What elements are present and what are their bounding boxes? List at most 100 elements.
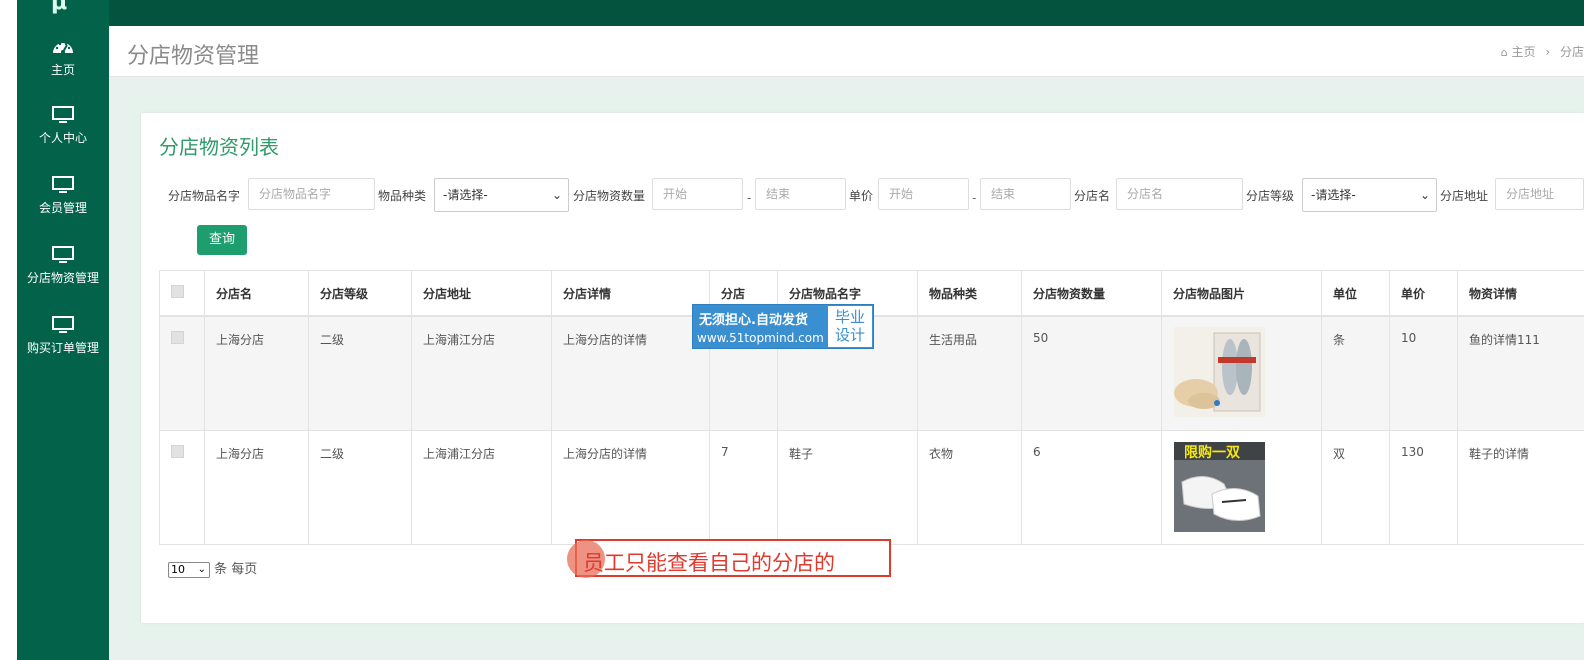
cell-store-level: 二级 [308,430,412,545]
cell-quantity: 6 [1021,430,1162,545]
left-edge-strip [0,0,17,660]
sidebar-item-branch-supplies[interactable]: 分店物资管理 [17,245,109,286]
column-header[interactable]: 物品种类 [917,270,1022,317]
column-header[interactable]: 分店详情 [551,270,710,317]
store-level-select-value: -请选择- [1311,188,1356,202]
per-page-label: 条 每页 [214,562,258,577]
sidebar-item-purchase-orders[interactable]: 购买订单管理 [17,315,109,356]
watermark-banner: 无须担心.自动发货 www.51topmind.com 毕业 设计 [692,304,874,349]
dashboard-icon [53,42,73,54]
sidebar-item-member-management[interactable]: 会员管理 [17,175,109,216]
quantity-start-input[interactable]: 开始 [652,178,743,210]
column-header[interactable]: 单价 [1389,270,1458,317]
range-dash: - [972,191,977,205]
breadcrumb: ⌂ 主页 › 分店 [1501,43,1584,60]
select-all-checkbox[interactable] [171,285,184,298]
page-size-value: 10 [171,562,185,576]
row-checkbox[interactable] [171,331,184,344]
price-start-input[interactable]: 开始 [878,178,969,210]
item-name-label: 分店物品名字 [168,189,241,203]
category-label: 物品种类 [378,189,427,203]
annotation-text: 员工只能查看自己的分店的 [583,551,835,575]
sidebar-item-label: 会员管理 [38,201,87,215]
row-checkbox[interactable] [171,445,184,458]
chevron-down-icon: ⌄ [551,188,562,202]
column-header[interactable]: 分店地址 [411,270,552,317]
item-name-input[interactable]: 分店物品名字 [248,178,375,210]
column-header[interactable]: 物资详情 [1457,270,1584,317]
watermark-badge-line: 设计 [834,326,865,344]
cell-category: 生活用品 [917,315,1022,431]
cell-store-level: 二级 [308,315,412,431]
store-level-label: 分店等级 [1246,189,1295,203]
pagination: 10 ⌄ 条 每页 [168,558,257,578]
image-caption: 限购一双 [1184,445,1240,461]
column-header[interactable]: 分店物品图片 [1161,270,1322,317]
cell-store-detail: 上海分店的详情 [551,315,710,431]
watermark-badge: 毕业 设计 [828,306,872,347]
fish-product-image[interactable] [1174,327,1265,417]
chevron-down-icon: ⌄ [1419,188,1430,202]
page-title-bar: 分店物资管理 ⌂ 主页 › 分店 [109,26,1584,77]
price-label: 单价 [849,189,874,203]
address-input[interactable]: 分店地址 [1495,178,1584,210]
annotation-callout: 员工只能查看自己的分店的 [567,539,891,578]
query-button[interactable]: 查询 [197,225,247,255]
page-size-select[interactable]: 10 ⌄ [168,561,210,578]
cell-unit: 条 [1321,315,1390,431]
monitor-icon [52,246,74,263]
breadcrumb-current: 分店 [1559,45,1584,59]
home-icon: ⌂ [1500,46,1508,59]
cell-price: 10 [1389,315,1458,431]
watermark-badge-line: 毕业 [834,308,865,326]
cell-item-image [1161,315,1322,431]
address-label: 分店地址 [1440,189,1489,203]
table-row[interactable]: 上海分店 二级 上海浦江分店 上海分店的详情 7 鞋子 衣物 6 限购一双 双 … [159,430,1584,545]
store-name-input[interactable]: 分店名 [1116,178,1243,210]
panel-heading: 分店物资列表 [159,135,279,159]
sidebar-item-label: 主页 [50,63,75,77]
monitor-icon [52,176,74,193]
store-level-select[interactable]: -请选择- ⌄ [1302,178,1437,212]
cell-item-name: 鞋子 [777,430,918,545]
top-navbar [109,0,1584,26]
sidebar-item-personal-center[interactable]: 个人中心 [17,105,109,146]
cell-item-detail: 鞋子的详情 [1457,430,1584,545]
quantity-end-input[interactable]: 结束 [755,178,846,210]
category-select[interactable]: -请选择- ⌄ [434,178,569,212]
watermark-text: 无须担心.自动发货 [699,313,808,328]
quantity-label: 分店物资数量 [573,189,646,203]
cell-item-image: 限购一双 [1161,430,1322,545]
breadcrumb-separator: › [1545,45,1551,59]
sidebar-item-label: 分店物资管理 [26,271,99,285]
chevron-down-icon: ⌄ [197,563,206,575]
store-name-label: 分店名 [1074,189,1111,203]
cell-store-detail: 上海分店的详情 [551,430,710,545]
sidebar-item-label: 个人中心 [38,131,87,145]
cell-store-name: 上海分店 [204,315,309,431]
watermark-url: www.51topmind.com [697,331,824,345]
column-header[interactable]: 分店名 [204,270,309,317]
sidebar-item-label: 购买订单管理 [26,341,99,355]
cell-store-address: 上海浦江分店 [411,430,552,545]
cell-branch: 7 [709,430,778,545]
breadcrumb-home[interactable]: 主页 [1512,45,1536,59]
filter-bar: 分店物品名字 分店物品名字 物品种类 -请选择- ⌄ 分店物资数量 开始 - 结… [141,177,1584,213]
app-logo: μ [51,0,68,15]
range-dash: - [747,191,752,205]
shoe-product-image[interactable]: 限购一双 [1174,442,1265,532]
sidebar-item-home[interactable]: 主页 [17,37,109,78]
category-select-value: -请选择- [443,188,488,202]
column-header[interactable]: 单位 [1321,270,1390,317]
price-end-input[interactable]: 结束 [980,178,1071,210]
column-header[interactable]: 分店物资数量 [1021,270,1162,317]
cell-quantity: 50 [1021,315,1162,431]
cell-store-name: 上海分店 [204,430,309,545]
page-title: 分店物资管理 [127,44,260,69]
cell-category: 衣物 [917,430,1022,545]
sidebar: μ 主页 个人中心 会员管理 分店物资管理 购买订单管理 [17,0,109,660]
cell-item-detail: 鱼的详情111 [1457,315,1584,431]
monitor-icon [52,316,74,333]
cell-price: 130 [1389,430,1458,545]
column-header[interactable]: 分店等级 [308,270,412,317]
